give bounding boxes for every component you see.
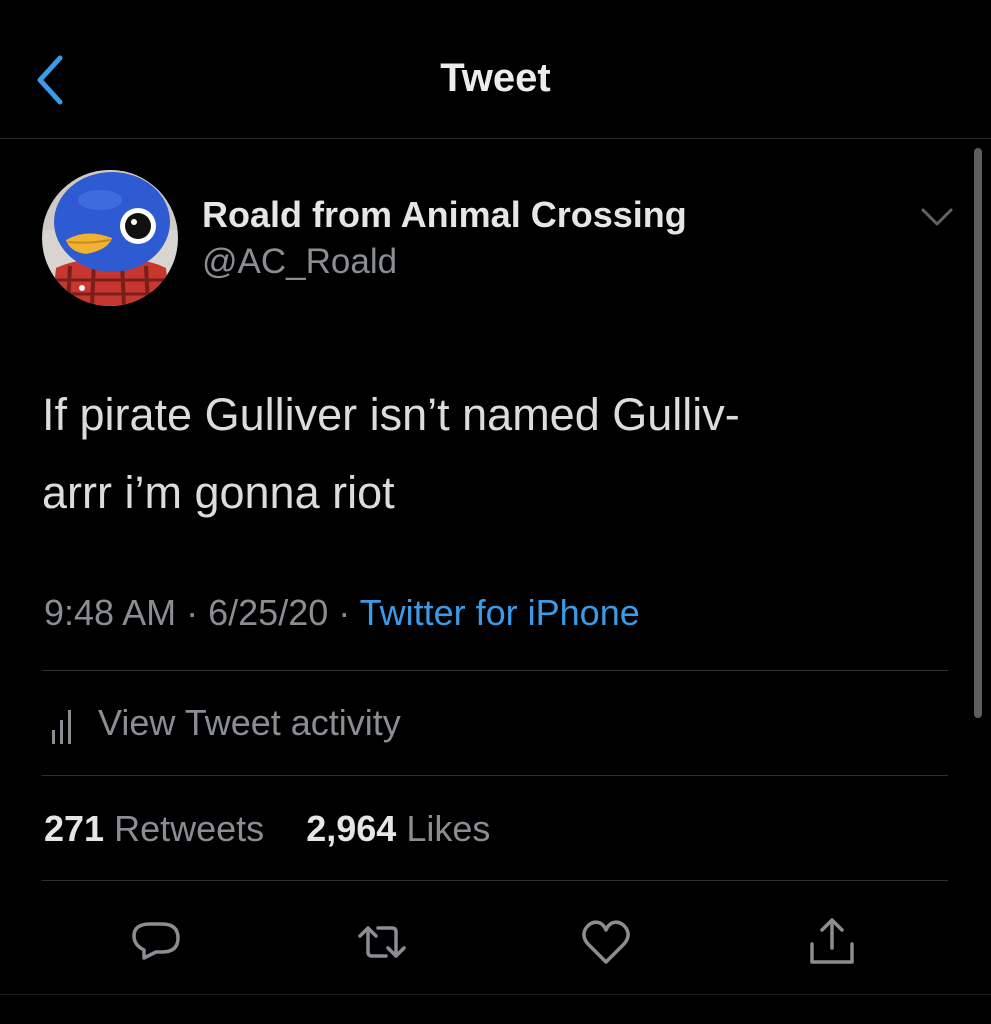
bar-chart-icon <box>52 710 71 744</box>
author-display-name[interactable]: Roald from Animal Crossing <box>202 194 687 236</box>
retweet-icon <box>358 926 406 958</box>
tweet-meta: 9:48 AM · 6/25/20 · Twitter for iPhone <box>44 592 640 634</box>
penguin-avatar-icon <box>42 170 178 306</box>
tweet-time: 9:48 AM <box>44 592 177 633</box>
share-button[interactable] <box>804 914 860 970</box>
divider <box>42 670 948 671</box>
like-button[interactable] <box>578 914 634 970</box>
tweet-text-line: If pirate Gulliver isn’t named Gulliv- <box>42 389 740 440</box>
likes-stat[interactable]: 2,964 Likes <box>306 808 490 849</box>
heart-icon <box>582 920 630 964</box>
tweet-date: 6/25/20 <box>208 592 329 633</box>
meta-separator: · <box>186 592 199 633</box>
tweet-text-line: arrr i’m gonna riot <box>42 467 395 518</box>
page-title: Tweet <box>440 56 551 100</box>
retweet-button[interactable] <box>354 914 410 970</box>
chevron-down-icon <box>921 208 953 226</box>
tweet-text: If pirate Gulliver isn’t named Gulliv- a… <box>42 376 942 532</box>
reply-icon <box>132 922 180 960</box>
view-tweet-activity-button[interactable]: View Tweet activity <box>42 672 948 772</box>
author-handle[interactable]: @AC_Roald <box>202 242 397 282</box>
divider <box>0 994 991 995</box>
view-tweet-activity-label: View Tweet activity <box>98 702 401 743</box>
scrollbar[interactable] <box>974 148 982 718</box>
engagement-stats: 271 Retweets 2,964 Likes <box>44 808 490 850</box>
retweets-count: 271 <box>44 808 105 849</box>
share-icon <box>810 918 854 964</box>
retweets-stat[interactable]: 271 Retweets <box>44 808 274 849</box>
likes-count: 2,964 <box>306 808 397 849</box>
likes-label: Likes <box>406 808 491 849</box>
retweets-label: Retweets <box>114 808 265 849</box>
divider <box>42 775 948 776</box>
avatar[interactable] <box>42 170 178 306</box>
divider <box>42 880 948 881</box>
meta-separator: · <box>338 592 351 633</box>
reply-button[interactable] <box>128 914 184 970</box>
tweet-source-link[interactable]: Twitter for iPhone <box>360 592 640 633</box>
nav-bar: Tweet <box>0 0 991 139</box>
more-options-button[interactable] <box>918 202 956 232</box>
